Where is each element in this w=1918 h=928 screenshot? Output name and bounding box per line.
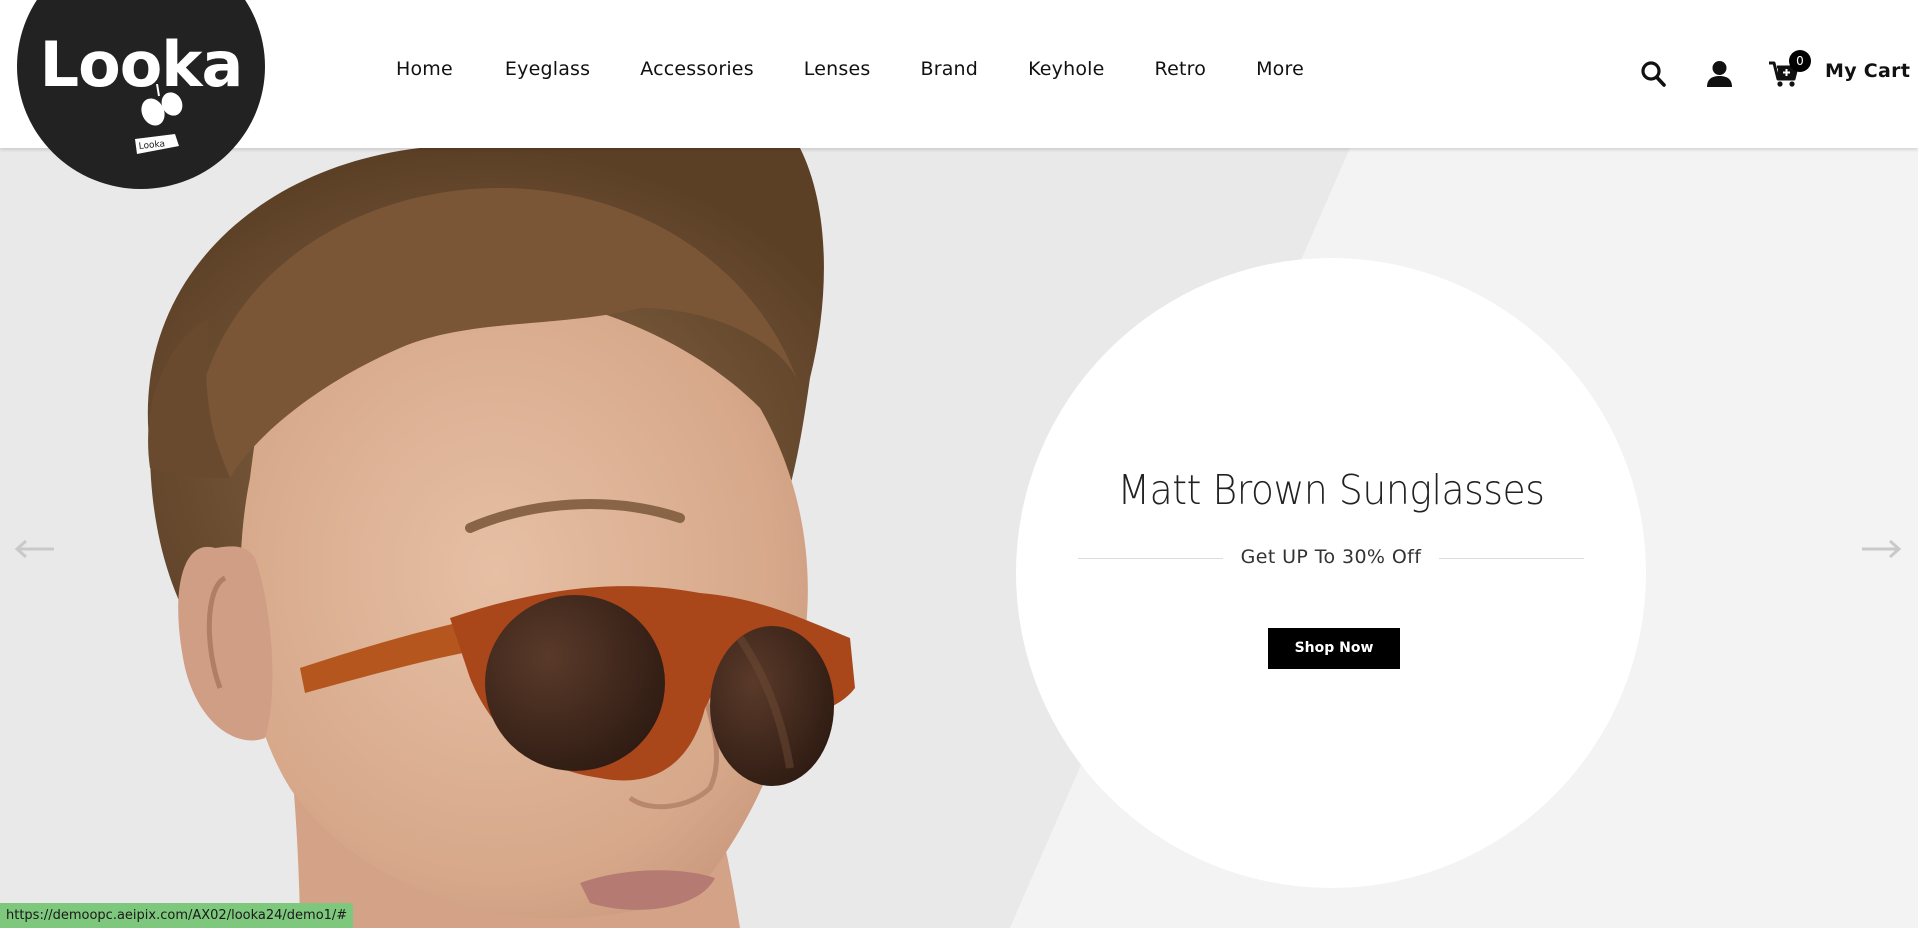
nav-brand[interactable]: Brand	[920, 58, 978, 80]
status-bar-url: https://demoopc.aeipix.com/AX02/looka24/…	[0, 903, 354, 928]
main-nav: Home Eyeglass Accessories Lenses Brand K…	[396, 58, 1304, 80]
hanging-glasses-icon: Looka	[135, 84, 183, 154]
hero-subtitle: Get UP To 30% Off	[1240, 546, 1422, 568]
hero-slider: Matt Brown Sunglasses Get UP To 30% Off …	[0, 148, 1918, 928]
site-header: Home Eyeglass Accessories Lenses Brand K…	[0, 0, 1918, 148]
hero-subtitle-group: Get UP To 30% Off	[1078, 544, 1584, 574]
nav-more[interactable]: More	[1256, 58, 1304, 80]
nav-lenses[interactable]: Lenses	[804, 58, 871, 80]
shop-now-button[interactable]: Shop Now	[1268, 628, 1400, 669]
nav-retro[interactable]: Retro	[1155, 58, 1207, 80]
hero-title: Matt Brown Sunglasses	[1117, 466, 1545, 514]
nav-accessories[interactable]: Accessories	[640, 58, 754, 80]
nav-keyhole[interactable]: Keyhole	[1028, 58, 1104, 80]
nav-eyeglass[interactable]: Eyeglass	[505, 58, 590, 80]
arrow-left-icon[interactable]	[14, 538, 56, 560]
logo-tag-text: Looka	[138, 139, 165, 152]
user-icon[interactable]	[1706, 60, 1733, 88]
cart-count-badge: 0	[1789, 50, 1811, 72]
arrow-right-icon[interactable]	[1860, 538, 1902, 560]
nav-home[interactable]: Home	[396, 58, 453, 80]
my-cart-link[interactable]: My Cart	[1825, 60, 1910, 82]
search-icon[interactable]	[1640, 60, 1666, 88]
